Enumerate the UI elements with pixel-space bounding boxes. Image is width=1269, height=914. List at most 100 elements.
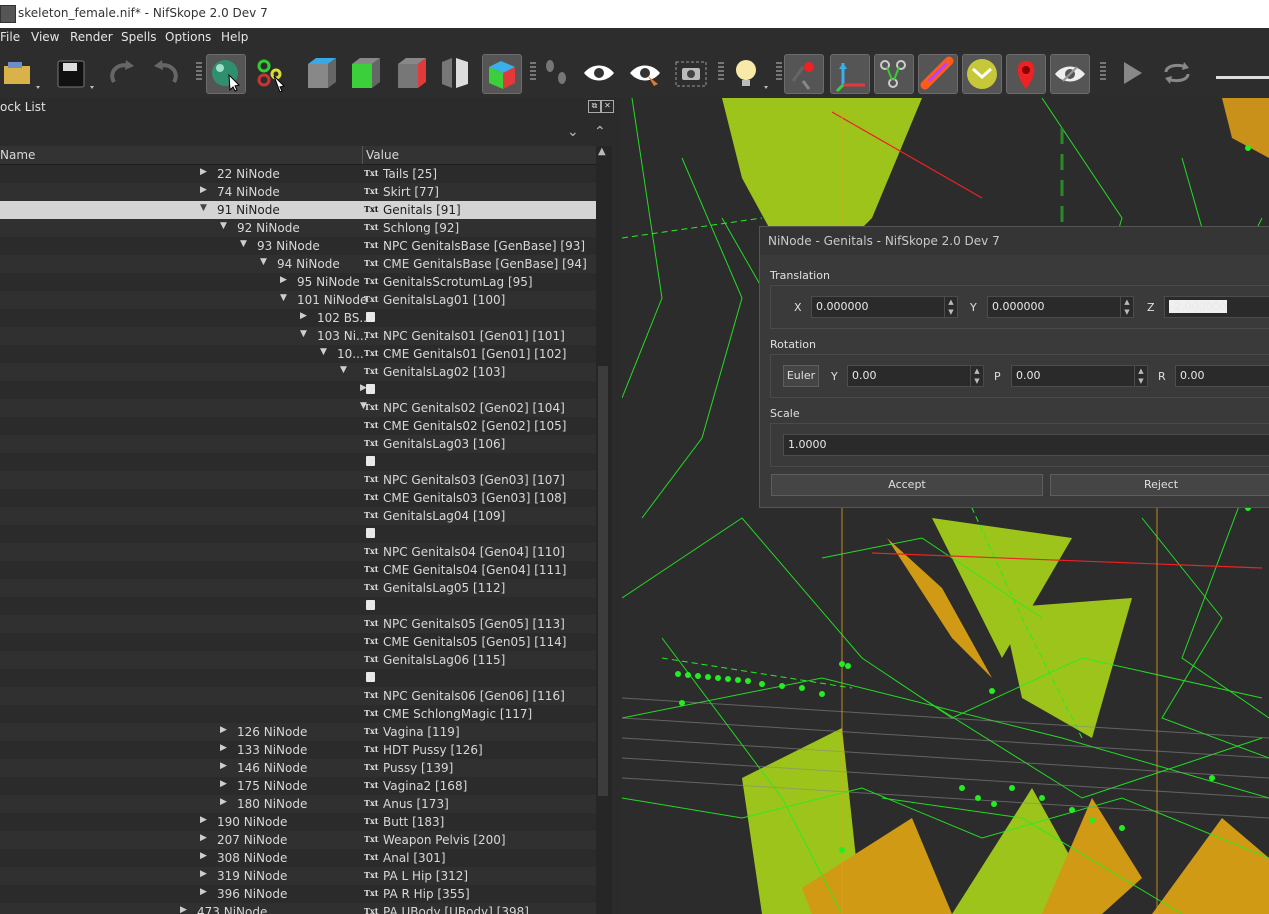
tree-row[interactable]: ▶ 74 NiNode Txt Skirt [77] — [0, 183, 596, 201]
expanded-arrow-icon[interactable]: ▼ — [280, 293, 287, 303]
dock-float-button[interactable]: ⧉ — [588, 100, 601, 113]
collapsed-arrow-icon[interactable]: ▶ — [200, 887, 207, 897]
walk-mode-icon[interactable] — [538, 54, 576, 92]
collapsed-arrow-icon[interactable]: ▶ — [220, 797, 227, 807]
column-value-header[interactable]: Value — [366, 148, 399, 162]
toolbar-grip[interactable] — [530, 62, 536, 82]
accept-button[interactable]: Accept — [771, 474, 1043, 496]
collapsed-arrow-icon[interactable]: ▶ — [220, 761, 227, 771]
tree-row[interactable]: ▶ 146 NiNode Txt Pussy [139] — [0, 759, 596, 777]
tree-row[interactable]: ▼ 101 NiNode Txt GenitalsLag01 [100] — [0, 291, 596, 309]
translation-x-spinbox[interactable]: 0.000000 ▲ ▼ — [811, 296, 958, 318]
open-file-icon[interactable] — [0, 54, 40, 92]
tree-row[interactable]: ▼ 103 Ni... Txt NPC Genitals01 [Gen01] [101… — [0, 327, 596, 345]
dock-close-button[interactable]: ✕ — [601, 100, 614, 113]
tree-row[interactable]: ▼ Txt GenitalsLag02 [103] — [0, 363, 596, 381]
show-hidden-icon[interactable] — [1050, 54, 1090, 94]
tree-row[interactable]: Txt NPC Genitals04 [Gen04] [110] — [0, 543, 596, 561]
translation-z-spinbox[interactable]: -2.000000 — [1164, 296, 1269, 318]
collapsed-arrow-icon[interactable]: ▶ — [220, 725, 227, 735]
tree-row[interactable]: ▼ 94 NiNode Txt CME GenitalsBase [GenBase] … — [0, 255, 596, 273]
show-nodes-icon[interactable] — [830, 54, 870, 94]
animation-time-slider[interactable] — [1216, 76, 1269, 79]
tree-row[interactable]: ▶ 102 BS... — [0, 309, 596, 327]
tree-row[interactable]: ▶ 180 NiNode Txt Anus [173] — [0, 795, 596, 813]
show-furniture-icon[interactable] — [962, 54, 1002, 94]
view-user-icon[interactable] — [482, 54, 522, 94]
menu-file[interactable]: File — [0, 30, 20, 44]
play-animation-icon[interactable] — [1114, 54, 1152, 92]
show-havok-icon[interactable] — [918, 54, 958, 94]
tree-row[interactable] — [0, 453, 596, 471]
reject-button[interactable]: Reject — [1050, 474, 1269, 496]
menu-view[interactable]: View — [31, 30, 59, 44]
expanded-arrow-icon[interactable]: ▼ — [240, 239, 247, 249]
tree-row[interactable]: Txt CME Genitals04 [Gen04] [111] — [0, 561, 596, 579]
tree-row[interactable] — [0, 525, 596, 543]
tree-row[interactable]: ▶ 308 NiNode Txt Anal [301] — [0, 849, 596, 867]
visible-icon[interactable] — [580, 54, 618, 92]
view-side-icon[interactable] — [392, 54, 430, 92]
scrollbar-thumb[interactable] — [598, 366, 608, 796]
view-front-icon[interactable] — [346, 54, 384, 92]
collapsed-arrow-icon[interactable]: ▶ — [220, 779, 227, 789]
select-object-icon[interactable] — [206, 54, 246, 94]
dialog-title-bar[interactable]: NiNode - Genitals - NifSkope 2.0 Dev 7 — [760, 227, 1269, 255]
loop-animation-icon[interactable] — [1158, 54, 1196, 92]
tree-row[interactable] — [0, 669, 596, 687]
toolbar-grip[interactable] — [718, 62, 724, 82]
collapsed-arrow-icon[interactable]: ▶ — [200, 869, 207, 879]
tree-row[interactable]: ▼ 91 NiNode Txt Genitals [91] — [0, 201, 596, 219]
expanded-arrow-icon[interactable]: ▼ — [200, 203, 207, 213]
tree-row[interactable]: ▶ 175 NiNode Txt Vagina2 [168] — [0, 777, 596, 795]
menu-render[interactable]: Render — [70, 30, 113, 44]
translation-y-spinbox[interactable]: 0.000000 ▲ ▼ — [987, 296, 1134, 318]
tree-row[interactable]: ▶ 319 NiNode Txt PA L Hip [312] — [0, 867, 596, 885]
expanded-arrow-icon[interactable]: ▼ — [320, 347, 327, 357]
tree-row[interactable]: Txt NPC Genitals06 [Gen06] [116] — [0, 687, 596, 705]
scroll-up-icon[interactable]: ▲ — [598, 146, 606, 157]
menu-options[interactable]: Options — [165, 30, 211, 44]
rotation-p-spinbox[interactable]: 0.00 ▲ ▼ — [1011, 365, 1148, 387]
expanded-arrow-icon[interactable]: ▼ — [220, 221, 227, 231]
menu-help[interactable]: Help — [221, 30, 248, 44]
expand-all-icon[interactable]: ⌃ — [594, 124, 606, 140]
collapsed-arrow-icon[interactable]: ▶ — [200, 833, 207, 843]
tree-row[interactable] — [0, 597, 596, 615]
collapsed-arrow-icon[interactable]: ▶ — [280, 275, 287, 285]
tree-row[interactable]: Txt NPC Genitals05 [Gen05] [113] — [0, 615, 596, 633]
collapsed-arrow-icon[interactable]: ▶ — [200, 167, 207, 177]
tree-row[interactable]: ▼ 93 NiNode Txt NPC GenitalsBase [GenBase] … — [0, 237, 596, 255]
tree-row[interactable]: Txt CME Genitals05 [Gen05] [114] — [0, 633, 596, 651]
tree-row[interactable]: Txt GenitalsLag06 [115] — [0, 651, 596, 669]
menu-spells[interactable]: Spells — [121, 30, 157, 44]
collapsed-arrow-icon[interactable]: ▶ — [300, 311, 307, 321]
collapse-all-icon[interactable]: ⌄ — [567, 124, 579, 140]
tree-row[interactable]: ▶ 473 NiNode Txt PA UBody [UBody] [398] — [0, 903, 596, 914]
undo-icon[interactable] — [104, 54, 142, 92]
tree-row[interactable]: ▶ 207 NiNode Txt Weapon Pelvis [200] — [0, 831, 596, 849]
collapsed-arrow-icon[interactable]: ▶ — [200, 851, 207, 861]
tree-row[interactable]: ▼ 10... Txt CME Genitals01 [Gen01] [102] — [0, 345, 596, 363]
redo-icon[interactable] — [146, 54, 184, 92]
tree-row[interactable]: Txt NPC Genitals03 [Gen03] [107] — [0, 471, 596, 489]
tree-row[interactable]: ▼ Txt NPC Genitals02 [Gen02] [104] — [0, 399, 596, 417]
show-constraints-icon[interactable] — [874, 54, 914, 94]
euler-button[interactable]: Euler — [783, 365, 819, 387]
column-name-header[interactable]: Name — [0, 148, 35, 162]
toolbar-grip[interactable] — [196, 62, 202, 82]
collapsed-arrow-icon[interactable]: ▶ — [200, 185, 207, 195]
rotation-y-spinbox[interactable]: 0.00 ▲ ▼ — [847, 365, 984, 387]
spin-arrows-icon[interactable]: ▲ ▼ — [970, 366, 983, 386]
spin-arrows-icon[interactable]: ▲ ▼ — [1120, 297, 1133, 317]
tree-scrollbar[interactable]: ▲ — [596, 146, 612, 914]
tree-row[interactable]: ▶ 190 NiNode Txt Butt [183] — [0, 813, 596, 831]
tree-row[interactable]: ▶ 22 NiNode Txt Tails [25] — [0, 165, 596, 183]
tree-row[interactable]: Txt CME Genitals03 [Gen03] [108] — [0, 489, 596, 507]
tree-row[interactable]: Txt CME SchlongMagic [117] — [0, 705, 596, 723]
screenshot-icon[interactable] — [672, 54, 710, 92]
show-axes-icon[interactable] — [784, 54, 824, 94]
lighting-icon[interactable] — [728, 54, 768, 92]
select-vertex-icon[interactable] — [252, 54, 290, 93]
tree-row[interactable]: ▶ 126 NiNode Txt Vagina [119] — [0, 723, 596, 741]
